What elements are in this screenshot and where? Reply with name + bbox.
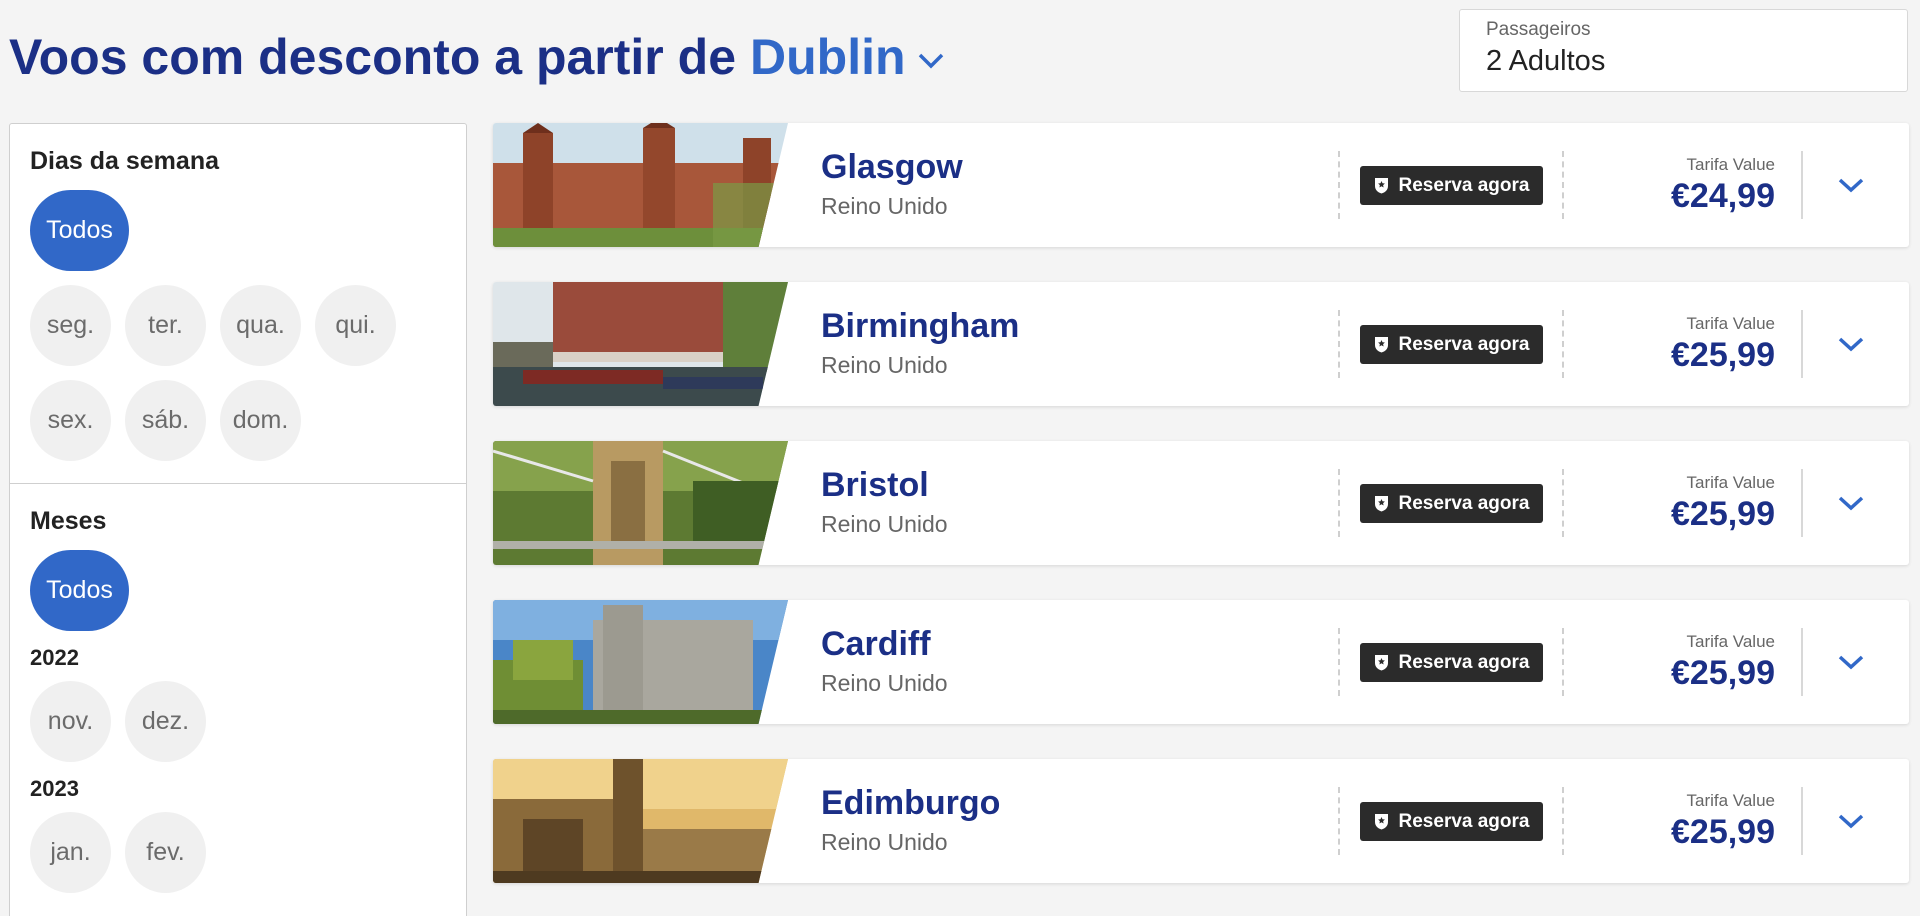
divider xyxy=(1562,310,1564,378)
expand-button[interactable] xyxy=(1826,165,1876,205)
month-chip-all[interactable]: Todos xyxy=(30,550,129,631)
filters-panel: Dias da semana Todos seg. ter. qua. qui.… xyxy=(9,123,467,916)
weekday-chip-mon[interactable]: seg. xyxy=(30,285,111,366)
destination-card[interactable]: Edimburgo Reino Unido Reserva agora Tari… xyxy=(493,759,1909,883)
destination-photo xyxy=(493,123,788,247)
divider xyxy=(1338,151,1340,219)
page-title-prefix: Voos com desconto a partir de xyxy=(9,29,737,85)
destination-city: Birmingham xyxy=(821,307,1020,345)
destination-country: Reino Unido xyxy=(821,193,948,219)
destination-photo xyxy=(493,282,788,406)
book-now-label: Reserva agora xyxy=(1398,174,1530,196)
divider xyxy=(1338,469,1340,537)
price: €25,99 xyxy=(1671,813,1775,851)
month-chip-feb[interactable]: fev. xyxy=(125,812,206,893)
weekday-chip-sun[interactable]: dom. xyxy=(220,380,301,461)
divider xyxy=(1801,469,1803,537)
page: Voos com desconto a partir de Dublin Pas… xyxy=(0,0,1920,916)
year-label: 2023 xyxy=(30,776,79,801)
passengers-selector[interactable]: Passageiros 2 Adultos xyxy=(1459,9,1908,92)
book-now-label: Reserva agora xyxy=(1398,810,1530,832)
expand-button[interactable] xyxy=(1826,642,1876,682)
chevron-down-icon[interactable] xyxy=(916,49,946,71)
divider xyxy=(1562,469,1564,537)
page-title: Voos com desconto a partir de Dublin xyxy=(9,28,946,86)
month-chip-dec[interactable]: dez. xyxy=(125,681,206,762)
expand-button[interactable] xyxy=(1826,483,1876,523)
destination-country: Reino Unido xyxy=(821,352,948,378)
weekday-filter-heading: Dias da semana xyxy=(30,147,219,175)
divider xyxy=(1801,787,1803,855)
destination-photo xyxy=(493,759,788,883)
shield-icon xyxy=(1374,814,1388,830)
shield-icon xyxy=(1374,337,1388,353)
destination-card[interactable]: Glasgow Reino Unido Reserva agora Tarifa… xyxy=(493,123,1909,247)
shield-icon xyxy=(1374,655,1388,671)
divider xyxy=(1338,310,1340,378)
destination-city: Edimburgo xyxy=(821,784,1001,822)
destination-card[interactable]: Birmingham Reino Unido Reserva agora Tar… xyxy=(493,282,1909,406)
fare-label: Tarifa Value xyxy=(1686,314,1775,333)
weekday-chip-sat[interactable]: sáb. xyxy=(125,380,206,461)
destination-card[interactable]: Bristol Reino Unido Reserva agora Tarifa… xyxy=(493,441,1909,565)
destination-country: Reino Unido xyxy=(821,829,948,855)
weekday-filter: Dias da semana Todos seg. ter. qua. qui.… xyxy=(10,124,466,484)
book-now-button[interactable]: Reserva agora xyxy=(1360,643,1543,682)
chevron-down-icon xyxy=(1838,337,1864,352)
divider xyxy=(1338,787,1340,855)
shield-icon xyxy=(1374,178,1388,194)
destination-photo xyxy=(493,441,788,565)
book-now-button[interactable]: Reserva agora xyxy=(1360,484,1543,523)
book-now-label: Reserva agora xyxy=(1398,492,1530,514)
chevron-down-icon xyxy=(1838,496,1864,511)
chevron-down-icon xyxy=(1838,655,1864,670)
passengers-value: 2 Adultos xyxy=(1486,45,1606,77)
fare-label: Tarifa Value xyxy=(1686,155,1775,174)
weekday-chip-thu[interactable]: qui. xyxy=(315,285,396,366)
month-filter: Meses Todos 2022 nov. dez. 2023 jan. fev… xyxy=(10,484,466,893)
destination-photo xyxy=(493,600,788,724)
chevron-down-icon xyxy=(1838,814,1864,829)
origin-city-selector[interactable]: Dublin xyxy=(750,28,906,86)
destination-city: Bristol xyxy=(821,466,929,504)
book-now-button[interactable]: Reserva agora xyxy=(1360,166,1543,205)
weekday-chip-wed[interactable]: qua. xyxy=(220,285,301,366)
month-filter-heading: Meses xyxy=(30,507,107,535)
price: €25,99 xyxy=(1671,654,1775,692)
month-chip-jan[interactable]: jan. xyxy=(30,812,111,893)
price: €24,99 xyxy=(1671,177,1775,215)
book-now-label: Reserva agora xyxy=(1398,333,1530,355)
book-now-label: Reserva agora xyxy=(1398,651,1530,673)
divider xyxy=(1562,787,1564,855)
chevron-down-icon xyxy=(1838,178,1864,193)
destination-city: Cardiff xyxy=(821,625,931,663)
month-chip-nov[interactable]: nov. xyxy=(30,681,111,762)
expand-button[interactable] xyxy=(1826,324,1876,364)
fare-label: Tarifa Value xyxy=(1686,632,1775,651)
weekday-chip-tue[interactable]: ter. xyxy=(125,285,206,366)
fare-label: Tarifa Value xyxy=(1686,791,1775,810)
weekday-chip-fri[interactable]: sex. xyxy=(30,380,111,461)
fare-label: Tarifa Value xyxy=(1686,473,1775,492)
book-now-button[interactable]: Reserva agora xyxy=(1360,802,1543,841)
divider xyxy=(1562,628,1564,696)
destination-card[interactable]: Cardiff Reino Unido Reserva agora Tarifa… xyxy=(493,600,1909,724)
weekday-chip-all[interactable]: Todos xyxy=(30,190,129,271)
divider xyxy=(1801,310,1803,378)
shield-icon xyxy=(1374,496,1388,512)
book-now-button[interactable]: Reserva agora xyxy=(1360,325,1543,364)
destination-country: Reino Unido xyxy=(821,670,948,696)
results-list: Glasgow Reino Unido Reserva agora Tarifa… xyxy=(493,123,1909,916)
passengers-label: Passageiros xyxy=(1486,19,1591,40)
price: €25,99 xyxy=(1671,495,1775,533)
divider xyxy=(1338,628,1340,696)
divider xyxy=(1801,628,1803,696)
destination-country: Reino Unido xyxy=(821,511,948,537)
price: €25,99 xyxy=(1671,336,1775,374)
divider xyxy=(1562,151,1564,219)
destination-city: Glasgow xyxy=(821,148,963,186)
expand-button[interactable] xyxy=(1826,801,1876,841)
year-label: 2022 xyxy=(30,645,79,670)
divider xyxy=(1801,151,1803,219)
